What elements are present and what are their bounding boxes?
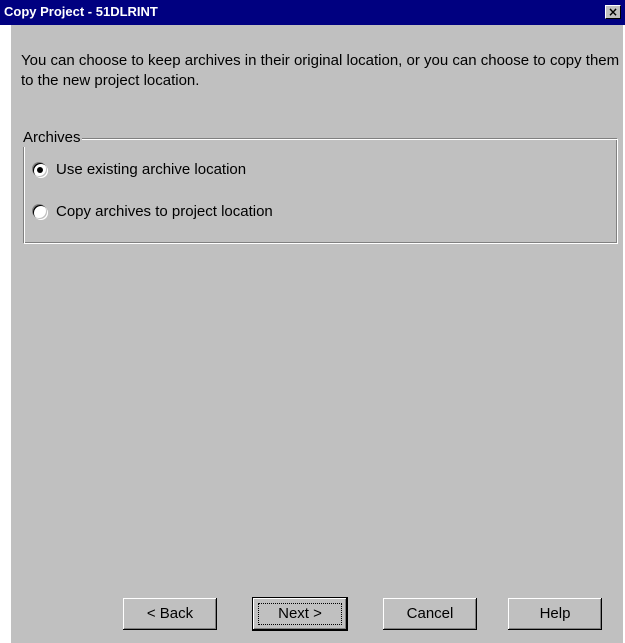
archives-groupbox xyxy=(23,138,618,244)
copy-archives-radio[interactable] xyxy=(33,205,47,219)
use-existing-archive-option[interactable]: Use existing archive location xyxy=(33,160,246,180)
window-title: Copy Project - 51DLRINT xyxy=(4,4,158,19)
description-text: You can choose to keep archives in their… xyxy=(21,52,620,89)
radio-selected-dot xyxy=(37,167,43,173)
help-button[interactable]: Help xyxy=(508,598,602,630)
dialog-body: You can choose to keep archives in their… xyxy=(10,25,623,643)
cancel-button-label: Cancel xyxy=(406,605,454,622)
copy-archives-option[interactable]: Copy archives to project location xyxy=(33,202,273,222)
archives-group-label: Archives xyxy=(22,129,82,147)
cancel-button[interactable]: Cancel xyxy=(383,598,477,630)
copy-project-dialog: Copy Project - 51DLRINT × You can choose… xyxy=(0,0,625,643)
back-button[interactable]: < Back xyxy=(123,598,217,630)
back-button-label: < Back xyxy=(146,605,194,622)
use-existing-archive-label[interactable]: Use existing archive location xyxy=(56,160,246,180)
next-button-label: Next > xyxy=(278,605,322,622)
use-existing-archive-radio[interactable] xyxy=(33,163,47,177)
copy-archives-label[interactable]: Copy archives to project location xyxy=(56,202,273,222)
title-bar[interactable]: Copy Project - 51DLRINT × xyxy=(0,0,625,25)
close-icon[interactable]: × xyxy=(605,5,621,19)
help-button-label: Help xyxy=(539,605,571,622)
next-button[interactable]: Next > xyxy=(252,597,348,631)
